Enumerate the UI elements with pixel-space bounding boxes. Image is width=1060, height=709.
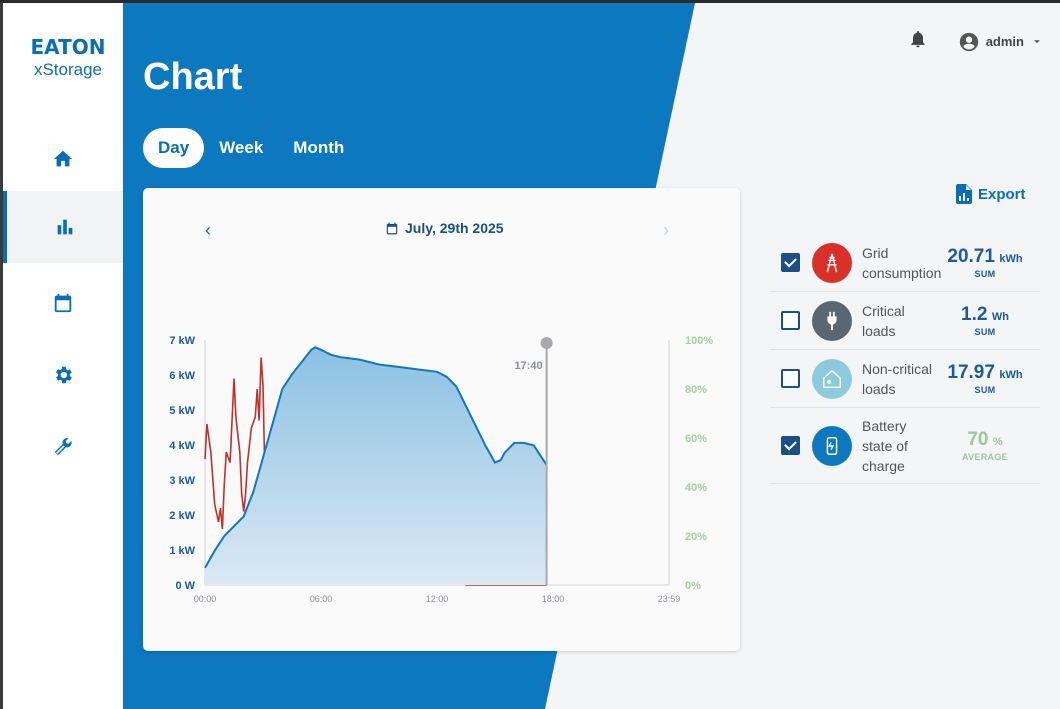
series-value: 20.71 xyxy=(947,246,995,267)
series-unit: % xyxy=(992,436,1003,448)
bar-chart-icon xyxy=(57,219,73,235)
series-total: 20.71 kWh SUM xyxy=(940,246,1030,279)
series-aggregate: SUM xyxy=(974,385,996,395)
series-total: 1.2 Wh SUM xyxy=(940,304,1030,337)
series-label-line: loads xyxy=(862,380,896,397)
export-label: Export xyxy=(978,185,1026,203)
period-tabs: Day Week Month xyxy=(143,128,359,168)
left-tick-label: 5 kW xyxy=(169,405,195,417)
series-label-line: consumption xyxy=(862,264,942,281)
legend-row: Grid consumption 20.71 kWh SUM xyxy=(770,234,1040,292)
legend-row: Non-critical loads 17.97 kWh SUM xyxy=(770,350,1040,408)
sidebar-item-calendar[interactable] xyxy=(3,267,123,339)
right-tick-label: 80% xyxy=(685,384,707,396)
product-name: xStorage xyxy=(33,60,103,79)
right-tick-label: 100% xyxy=(685,335,713,347)
tab-day[interactable]: Day xyxy=(143,128,205,168)
tab-week[interactable]: Week xyxy=(204,128,278,168)
series-aggregate: AVERAGE xyxy=(962,452,1008,462)
document-chart-icon xyxy=(956,184,972,204)
series-value: 1.2 xyxy=(961,304,988,325)
sidebar-item-settings[interactable] xyxy=(3,339,123,411)
plug-icon xyxy=(812,300,852,341)
wrench-icon xyxy=(54,438,72,456)
page-title: Chart xyxy=(143,56,243,98)
legend-row: Critical loads 1.2 Wh SUM xyxy=(770,292,1040,350)
export-button[interactable]: Export xyxy=(956,184,1026,204)
logo[interactable]: EATON xStorage xyxy=(23,36,113,80)
left-tick-label: 6 kW xyxy=(169,370,195,382)
series-label-line: Grid xyxy=(862,244,889,261)
time-cursor-label: 17:40 xyxy=(514,360,542,372)
left-tick-label: 2 kW xyxy=(169,510,195,522)
sidebar-item-chart[interactable] xyxy=(3,191,123,263)
sidebar: EATON xStorage xyxy=(0,3,123,709)
series-label-line: loads xyxy=(862,322,896,339)
grid-tower-icon xyxy=(812,242,852,283)
series-label-line: Non-critical xyxy=(862,360,933,377)
series-unit: kWh xyxy=(999,369,1023,381)
user-name: admin xyxy=(985,34,1024,49)
series-checkbox[interactable] xyxy=(781,311,800,330)
user-avatar-icon xyxy=(959,32,978,51)
series-checkbox[interactable] xyxy=(781,253,800,272)
house-icon xyxy=(812,358,852,399)
legend-list: Grid consumption 20.71 kWh SUM Critical … xyxy=(770,234,1040,484)
sidebar-item-tools[interactable] xyxy=(3,411,123,483)
legend-row: Battery state of charge 70 % AVERAGE xyxy=(770,408,1040,484)
series-value: 70 xyxy=(967,429,989,450)
battery-soc-area xyxy=(205,347,547,585)
left-tick-label: 1 kW xyxy=(169,545,195,557)
home-icon xyxy=(53,150,73,167)
window-top-border xyxy=(0,0,1060,3)
series-label-line: charge xyxy=(862,457,905,474)
left-tick-label: 3 kW xyxy=(169,475,195,487)
series-checkbox[interactable] xyxy=(781,436,800,455)
series-unit: kWh xyxy=(999,253,1023,265)
series-label-line: Critical xyxy=(862,302,905,319)
left-tick-label: 4 kW xyxy=(169,440,195,452)
series-label-line: Battery xyxy=(862,417,907,434)
notifications-button[interactable] xyxy=(908,28,928,55)
series-total: 17.97 kWh SUM xyxy=(940,362,1030,395)
left-tick-label: 0 W xyxy=(175,580,195,592)
brand-name: EATON xyxy=(30,35,106,59)
sidebar-item-home[interactable] xyxy=(3,123,123,195)
x-tick-label: 23:59 xyxy=(658,594,681,604)
right-tick-label: 0% xyxy=(685,580,701,592)
series-aggregate: SUM xyxy=(974,269,996,279)
time-cursor-handle xyxy=(540,337,553,349)
series-label-line: state of xyxy=(862,437,908,454)
calendar-icon xyxy=(54,293,72,313)
user-menu[interactable]: admin xyxy=(958,31,1044,53)
x-tick-label: 00:00 xyxy=(194,594,217,604)
chevron-down-icon xyxy=(1034,39,1040,43)
x-tick-label: 06:00 xyxy=(310,594,333,604)
battery-icon xyxy=(812,425,852,466)
header-actions: admin xyxy=(908,28,1044,55)
energy-chart[interactable]: 0 W 1 kW 2 kW 3 kW 4 kW 5 kW 6 kW 7 kW 0% 20% 40% 6… xyxy=(143,188,740,651)
tab-month[interactable]: Month xyxy=(278,128,359,168)
series-value: 17.97 xyxy=(947,362,995,383)
x-tick-label: 12:00 xyxy=(426,594,449,604)
left-tick-label: 7 kW xyxy=(169,335,195,347)
right-tick-label: 40% xyxy=(685,482,707,494)
chart-card: ‹ July, 29th 2025 › 0 W1 kW 2 kW 3 kW 4 kW 5… xyxy=(143,188,740,651)
series-unit: Wh xyxy=(991,311,1009,323)
right-tick-label: 20% xyxy=(685,531,707,543)
gear-icon xyxy=(56,366,72,384)
series-checkbox[interactable] xyxy=(781,369,800,388)
right-tick-label: 60% xyxy=(685,433,707,445)
series-total: 70 % AVERAGE xyxy=(940,429,1030,462)
series-aggregate: SUM xyxy=(974,327,996,337)
bell-icon xyxy=(911,31,925,48)
x-tick-label: 18:00 xyxy=(542,594,565,604)
